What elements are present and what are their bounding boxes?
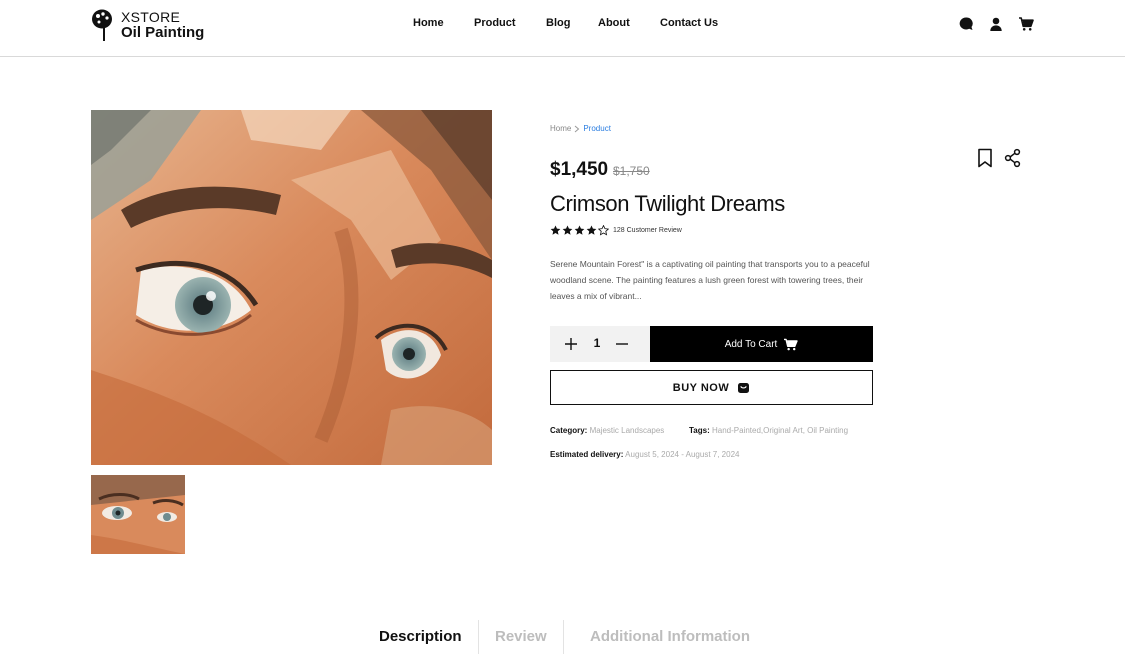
add-to-cart-label: Add To Cart	[724, 338, 778, 350]
nav-blog[interactable]: Blog	[546, 17, 570, 29]
delivery-label: Estimated delivery:	[550, 450, 624, 459]
nav-about[interactable]: About	[598, 17, 630, 29]
plus-icon[interactable]	[564, 337, 578, 351]
shopping-bag-icon	[738, 383, 750, 393]
breadcrumb-home[interactable]: Home	[550, 124, 571, 133]
tags-meta: Tags: Hand-Painted,Original Art, Oil Pai…	[689, 426, 848, 435]
nav-contact-us[interactable]: Contact Us	[660, 17, 718, 29]
thumbnail-image	[91, 475, 185, 554]
product-title: Crimson Twilight Dreams	[550, 191, 785, 216]
add-to-cart-button[interactable]: Add To Cart	[650, 326, 873, 362]
star-filled-icon	[562, 225, 573, 235]
buy-now-label: BUY NOW	[672, 381, 730, 394]
chat-icon[interactable]	[958, 16, 974, 32]
bookmark-icon[interactable]	[976, 148, 994, 168]
current-price: $1,450	[550, 159, 609, 180]
tab-divider	[563, 620, 564, 654]
tab-review[interactable]: Review	[495, 628, 547, 645]
star-filled-icon	[574, 225, 585, 235]
tab-description[interactable]: Description	[379, 628, 462, 645]
tab-divider	[478, 620, 479, 654]
quantity-stepper: 1	[550, 326, 650, 362]
minus-icon[interactable]	[615, 337, 629, 351]
cart-icon	[784, 338, 799, 350]
cart-icon[interactable]	[1018, 16, 1034, 32]
tags-value[interactable]: Hand-Painted,Original Art, Oil Painting	[712, 426, 848, 435]
site-header: XSTORE Oil Painting Home Product Blog Ab…	[0, 0, 1125, 57]
product-main-image[interactable]	[91, 110, 492, 465]
category-value[interactable]: Majestic Landscapes	[590, 426, 665, 435]
main-nav: Home Product Blog About Contact Us	[0, 17, 1125, 33]
product-thumbnail[interactable]	[91, 475, 185, 554]
category-meta: Category: Majestic Landscapes	[550, 426, 664, 435]
share-icon[interactable]	[1004, 148, 1022, 168]
star-filled-icon	[586, 225, 597, 235]
user-icon[interactable]	[988, 16, 1004, 32]
tags-label: Tags:	[689, 426, 710, 435]
old-price: $1,750	[613, 164, 650, 178]
breadcrumb: Home Product	[550, 124, 611, 133]
nav-product[interactable]: Product	[474, 17, 516, 29]
product-description: Serene Mountain Forest" is a captivating…	[550, 259, 870, 301]
product-rating: 128 Customer Review	[550, 225, 682, 236]
star-filled-icon	[550, 225, 561, 235]
tab-additional-information[interactable]: Additional Information	[590, 628, 750, 645]
watercolor-portrait-image	[91, 110, 492, 465]
nav-home[interactable]: Home	[413, 17, 444, 29]
breadcrumb-current[interactable]: Product	[583, 124, 611, 133]
buy-now-button[interactable]: BUY NOW	[550, 370, 873, 405]
star-empty-icon	[598, 225, 609, 236]
delivery-meta: Estimated delivery: August 5, 2024 - Aug…	[550, 450, 739, 459]
review-count[interactable]: 128 Customer Review	[613, 227, 682, 234]
category-label: Category:	[550, 426, 588, 435]
chevron-right-icon	[575, 125, 580, 132]
quantity-value[interactable]: 1	[590, 336, 604, 350]
product-tabs: Description Review Additional Informatio…	[0, 620, 1125, 662]
delivery-value: August 5, 2024 - August 7, 2024	[625, 450, 740, 459]
